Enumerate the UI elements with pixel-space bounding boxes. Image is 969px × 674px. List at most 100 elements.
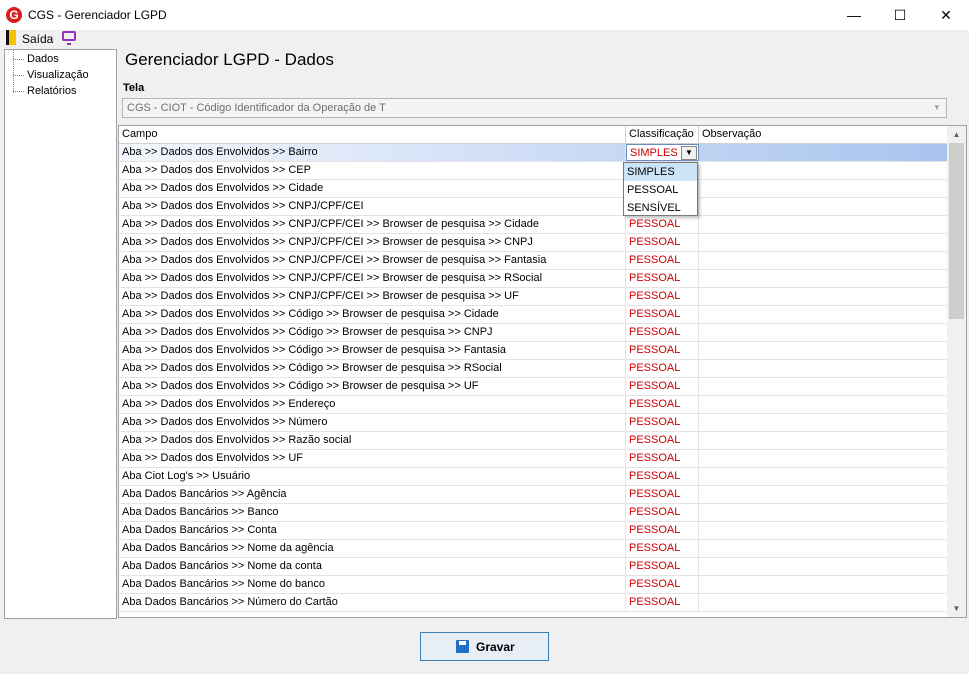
cell-classificacao[interactable]: PESSOAL [626, 306, 699, 323]
cell-classificacao[interactable]: PESSOAL [626, 360, 699, 377]
option-pessoal[interactable]: PESSOAL [624, 181, 697, 199]
cell-observacao[interactable] [699, 360, 949, 377]
option-sensivel[interactable]: SENSÍVEL [624, 199, 697, 217]
chevron-down-icon[interactable]: ▼ [929, 100, 945, 116]
cell-classificacao[interactable]: PESSOAL [626, 252, 699, 269]
close-button[interactable]: ✕ [923, 0, 969, 30]
cell-observacao[interactable] [699, 432, 949, 449]
cell-observacao[interactable] [699, 450, 949, 467]
cell-observacao[interactable] [699, 486, 949, 503]
table-row[interactable]: Aba >> Dados dos Envolvidos >> CEP [119, 162, 949, 180]
cell-classificacao[interactable]: PESSOAL [626, 288, 699, 305]
cell-observacao[interactable] [699, 180, 949, 197]
cell-classificacao[interactable]: PESSOAL [626, 234, 699, 251]
table-row[interactable]: Aba Dados Bancários >> Conta PESSOAL [119, 522, 949, 540]
table-row[interactable]: Aba Ciot Log's >> Usuário PESSOAL [119, 468, 949, 486]
cell-observacao[interactable] [699, 468, 949, 485]
cell-classificacao[interactable]: PESSOAL [626, 540, 699, 557]
cell-campo: Aba >> Dados dos Envolvidos >> Número [119, 414, 626, 431]
table-row[interactable]: Aba >> Dados dos Envolvidos >> Código >>… [119, 378, 949, 396]
cell-observacao[interactable] [699, 270, 949, 287]
cell-observacao[interactable] [699, 288, 949, 305]
table-row[interactable]: Aba >> Dados dos Envolvidos >> CNPJ/CPF/… [119, 234, 949, 252]
table-row[interactable]: Aba Dados Bancários >> Nome do banco PESS… [119, 576, 949, 594]
table-row[interactable]: Aba >> Dados dos Envolvidos >> CNPJ/CPF/… [119, 270, 949, 288]
cell-observacao[interactable] [699, 252, 949, 269]
cell-observacao[interactable] [699, 306, 949, 323]
table-row[interactable]: Aba >> Dados dos Envolvidos >> CNPJ/CPF/… [119, 288, 949, 306]
cell-observacao[interactable] [699, 504, 949, 521]
cell-classificacao[interactable]: PESSOAL [626, 216, 699, 233]
cell-classificacao[interactable]: PESSOAL [626, 324, 699, 341]
cell-classificacao[interactable]: PESSOAL [626, 468, 699, 485]
table-row[interactable]: Aba >> Dados dos Envolvidos >> CNPJ/CPF/… [119, 198, 949, 216]
cell-classificacao[interactable]: PESSOAL [626, 270, 699, 287]
cell-observacao[interactable] [699, 234, 949, 251]
cell-observacao[interactable] [699, 144, 949, 161]
table-row[interactable]: Aba >> Dados dos Envolvidos >> CNPJ/CPF/… [119, 252, 949, 270]
column-header-campo[interactable]: Campo [119, 126, 626, 143]
cell-classificacao[interactable]: PESSOAL [626, 594, 699, 611]
cell-classificacao[interactable]: PESSOAL [626, 558, 699, 575]
tela-select[interactable]: CGS - CIOT - Código Identificador da Ope… [122, 98, 947, 118]
monitor-icon[interactable] [62, 31, 76, 45]
nav-item-visualizacao[interactable]: Visualização [13, 68, 89, 83]
cell-classificacao[interactable]: PESSOAL [626, 378, 699, 395]
table-row[interactable]: Aba >> Dados dos Envolvidos >> Razão soc… [119, 432, 949, 450]
cell-classificacao[interactable]: PESSOAL [626, 504, 699, 521]
table-row[interactable]: Aba Dados Bancários >> Número do Cartão P… [119, 594, 949, 612]
table-row[interactable]: Aba >> Dados dos Envolvidos >> Código >>… [119, 360, 949, 378]
nav-item-dados[interactable]: Dados [13, 52, 59, 67]
scroll-up-arrow-icon[interactable]: ▲ [947, 126, 966, 143]
table-row[interactable]: Aba >> Dados dos Envolvidos >> Código >>… [119, 324, 949, 342]
exit-door-icon[interactable] [6, 30, 16, 45]
cell-classificacao[interactable]: PESSOAL [626, 342, 699, 359]
cell-observacao[interactable] [699, 396, 949, 413]
scrollbar-thumb[interactable] [949, 143, 964, 319]
save-button[interactable]: Gravar [420, 632, 549, 661]
table-row[interactable]: Aba Dados Bancários >> Nome da agência PE… [119, 540, 949, 558]
cell-observacao[interactable] [699, 576, 949, 593]
cell-observacao[interactable] [699, 558, 949, 575]
cell-observacao[interactable] [699, 324, 949, 341]
scroll-down-arrow-icon[interactable]: ▼ [947, 600, 966, 617]
cell-classificacao[interactable]: PESSOAL [626, 396, 699, 413]
table-row[interactable]: Aba >> Dados dos Envolvidos >> UF PESSOAL [119, 450, 949, 468]
table-row[interactable]: Aba >> Dados dos Envolvidos >> Endereço P… [119, 396, 949, 414]
vertical-scrollbar[interactable]: ▲ ▼ [947, 126, 966, 617]
cell-observacao[interactable] [699, 198, 949, 215]
cell-classificacao[interactable]: PESSOAL [626, 432, 699, 449]
cell-classificacao[interactable]: PESSOAL [626, 486, 699, 503]
option-simples[interactable]: SIMPLES [624, 163, 697, 181]
cell-classificacao[interactable]: PESSOAL [626, 576, 699, 593]
cell-classificacao-value: PESSOAL [629, 380, 681, 392]
table-row[interactable]: Aba Dados Bancários >> Agência PESSOAL [119, 486, 949, 504]
maximize-button[interactable]: ☐ [877, 0, 923, 30]
minimize-button[interactable]: — [831, 0, 877, 30]
table-row[interactable]: Aba Dados Bancários >> Banco PESSOAL [119, 504, 949, 522]
cell-observacao[interactable] [699, 378, 949, 395]
table-row[interactable]: Aba >> Dados dos Envolvidos >> Código >>… [119, 306, 949, 324]
table-row[interactable]: Aba Dados Bancários >> Nome da conta PESS… [119, 558, 949, 576]
cell-observacao[interactable] [699, 522, 949, 539]
cell-observacao[interactable] [699, 342, 949, 359]
table-row[interactable]: Aba >> Dados dos Envolvidos >> Código >>… [119, 342, 949, 360]
table-row[interactable]: Aba >> Dados dos Envolvidos >> CNPJ/CPF/… [119, 216, 949, 234]
cell-observacao[interactable] [699, 594, 949, 611]
column-header-observacao[interactable]: Observação [699, 126, 949, 143]
cell-classificacao[interactable]: PESSOAL [626, 522, 699, 539]
nav-item-relatorios[interactable]: Relatórios [13, 84, 77, 99]
cell-observacao[interactable] [699, 162, 949, 179]
cell-classificacao[interactable]: PESSOAL [626, 414, 699, 431]
chevron-down-icon[interactable]: ▼ [681, 146, 697, 160]
table-row[interactable]: Aba >> Dados dos Envolvidos >> Cidade [119, 180, 949, 198]
exit-menu-item[interactable]: Saída [22, 32, 53, 46]
cell-observacao[interactable] [699, 540, 949, 557]
cell-observacao[interactable] [699, 414, 949, 431]
table-row[interactable]: Aba >> Dados dos Envolvidos >> Bairro SIM… [119, 144, 949, 162]
cell-classificacao[interactable]: PESSOAL [626, 450, 699, 467]
table-row[interactable]: Aba >> Dados dos Envolvidos >> Número PES… [119, 414, 949, 432]
cell-classificacao[interactable]: SIMPLES ▼ [626, 144, 699, 161]
cell-observacao[interactable] [699, 216, 949, 233]
column-header-classificacao[interactable]: Classificação [626, 126, 699, 143]
